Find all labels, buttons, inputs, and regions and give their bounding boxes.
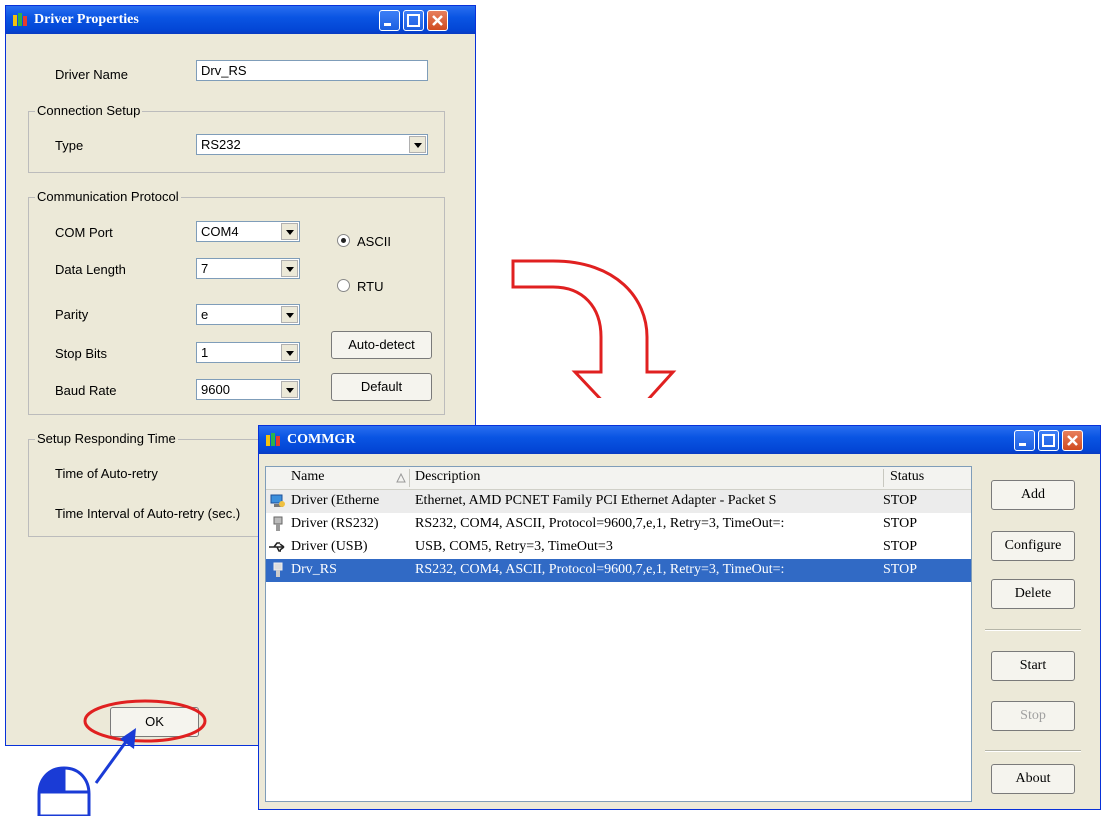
maximize-icon: [407, 14, 420, 27]
minimize-button[interactable]: [1014, 430, 1035, 451]
rtu-radio[interactable]: RTU: [337, 279, 383, 294]
app-logo-icon: [13, 13, 27, 26]
window-title: COMMGR: [287, 432, 356, 447]
window-title: Driver Properties: [34, 12, 139, 27]
table-row[interactable]: Driver (USB) USB, COM5, Retry=3, TimeOut…: [266, 536, 971, 559]
data-length-label: Data Length: [55, 262, 126, 277]
flow-arrow: [511, 259, 677, 398]
auto-retry-interval-label: Time Interval of Auto-retry (sec.): [55, 506, 241, 521]
default-button[interactable]: Default: [331, 373, 432, 401]
setup-responding-time-title: Setup Responding Time: [35, 431, 178, 446]
parity-label: Parity: [55, 307, 89, 322]
stop-button: Stop: [991, 701, 1075, 731]
table-row[interactable]: Driver (Etherne Ethernet, AMD PCNET Fami…: [266, 490, 971, 513]
row-name: Driver (Etherne: [291, 493, 380, 508]
column-header-status[interactable]: Status: [890, 469, 924, 485]
row-status: STOP: [883, 562, 917, 577]
commgr-window: COMMGR Name Description Status Driver (E…: [258, 425, 1101, 810]
maximize-button[interactable]: [1038, 430, 1059, 451]
driver-list[interactable]: Name Description Status Driver (Etherne …: [265, 466, 972, 802]
com-port-select[interactable]: COM4: [196, 221, 300, 242]
driver-properties-titlebar[interactable]: Driver Properties: [6, 6, 475, 34]
close-button[interactable]: [1062, 430, 1083, 451]
usb-icon: [269, 542, 285, 552]
baud-rate-label: Baud Rate: [55, 383, 117, 398]
column-divider: [409, 469, 410, 487]
table-row-selected[interactable]: Drv_RS RS232, COM4, ASCII, Protocol=9600…: [266, 559, 971, 582]
stop-bits-value: 1: [201, 345, 209, 360]
mouse-icon: [37, 766, 91, 816]
driver-name-input[interactable]: Drv_RS: [196, 60, 428, 81]
type-select[interactable]: RS232: [196, 134, 428, 155]
auto-retry-label: Time of Auto-retry: [55, 466, 158, 481]
add-button[interactable]: Add: [991, 480, 1075, 510]
com-port-value: COM4: [201, 224, 239, 239]
auto-detect-button[interactable]: Auto-detect: [331, 331, 432, 359]
minimize-button[interactable]: [379, 10, 400, 31]
button-separator: [985, 750, 1081, 752]
row-name: Driver (RS232): [291, 516, 379, 531]
type-label: Type: [55, 138, 84, 153]
close-button[interactable]: [427, 10, 448, 31]
configure-button[interactable]: Configure: [991, 531, 1075, 561]
rtu-label: RTU: [357, 279, 384, 294]
stop-bits-select[interactable]: 1: [196, 342, 300, 363]
close-icon: [432, 15, 443, 26]
row-status: STOP: [883, 539, 917, 554]
communication-protocol-title: Communication Protocol: [35, 189, 181, 204]
close-icon: [1067, 435, 1078, 446]
connection-setup-title: Connection Setup: [35, 103, 143, 118]
row-description: USB, COM5, Retry=3, TimeOut=3: [415, 539, 613, 554]
maximize-icon: [1042, 434, 1055, 447]
ascii-label: ASCII: [357, 234, 391, 249]
chevron-down-icon[interactable]: [281, 223, 298, 240]
column-header-description[interactable]: Description: [415, 469, 480, 485]
com-port-label: COM Port: [55, 225, 113, 240]
ascii-radio[interactable]: ASCII: [337, 234, 391, 249]
baud-rate-value: 9600: [201, 382, 230, 397]
row-description: RS232, COM4, ASCII, Protocol=9600,7,e,1,…: [415, 562, 785, 577]
data-length-value: 7: [201, 261, 209, 276]
column-divider: [883, 469, 884, 487]
radio-unselected-icon: [337, 279, 350, 292]
row-description: RS232, COM4, ASCII, Protocol=9600,7,e,1,…: [415, 516, 785, 531]
commgr-titlebar[interactable]: COMMGR: [259, 426, 1100, 454]
chevron-down-icon[interactable]: [281, 260, 298, 277]
parity-select[interactable]: e: [196, 304, 300, 325]
minimize-icon: [384, 23, 391, 26]
chevron-down-icon[interactable]: [281, 381, 298, 398]
pointer-arrow: [94, 728, 136, 784]
delete-button[interactable]: Delete: [991, 579, 1075, 609]
network-icon: [270, 494, 285, 507]
driver-name-label: Driver Name: [55, 67, 128, 82]
serial-port-icon: [273, 562, 283, 577]
baud-rate-select[interactable]: 9600: [196, 379, 300, 400]
row-name: Driver (USB): [291, 539, 368, 554]
button-separator: [985, 629, 1081, 631]
chevron-down-icon[interactable]: [281, 306, 298, 323]
row-description: Ethernet, AMD PCNET Family PCI Ethernet …: [415, 493, 777, 508]
data-length-select[interactable]: 7: [196, 258, 300, 279]
column-header-name[interactable]: Name: [291, 469, 324, 485]
app-logo-icon: [266, 433, 280, 446]
sort-ascending-icon: [396, 473, 406, 483]
about-button[interactable]: About: [991, 764, 1075, 794]
row-status: STOP: [883, 516, 917, 531]
minimize-icon: [1019, 443, 1026, 446]
maximize-button[interactable]: [403, 10, 424, 31]
table-row[interactable]: Driver (RS232) RS232, COM4, ASCII, Proto…: [266, 513, 971, 536]
row-name: Drv_RS: [291, 562, 337, 577]
parity-value: e: [201, 307, 209, 322]
list-header: Name Description Status: [266, 467, 971, 490]
row-status: STOP: [883, 493, 917, 508]
chevron-down-icon[interactable]: [281, 344, 298, 361]
serial-port-icon: [273, 516, 283, 531]
button-panel: Add Configure Delete Start Stop About: [979, 466, 1094, 802]
radio-selected-icon: [337, 234, 350, 247]
type-value: RS232: [201, 137, 241, 152]
start-button[interactable]: Start: [991, 651, 1075, 681]
chevron-down-icon[interactable]: [409, 136, 426, 153]
stop-bits-label: Stop Bits: [55, 346, 108, 361]
